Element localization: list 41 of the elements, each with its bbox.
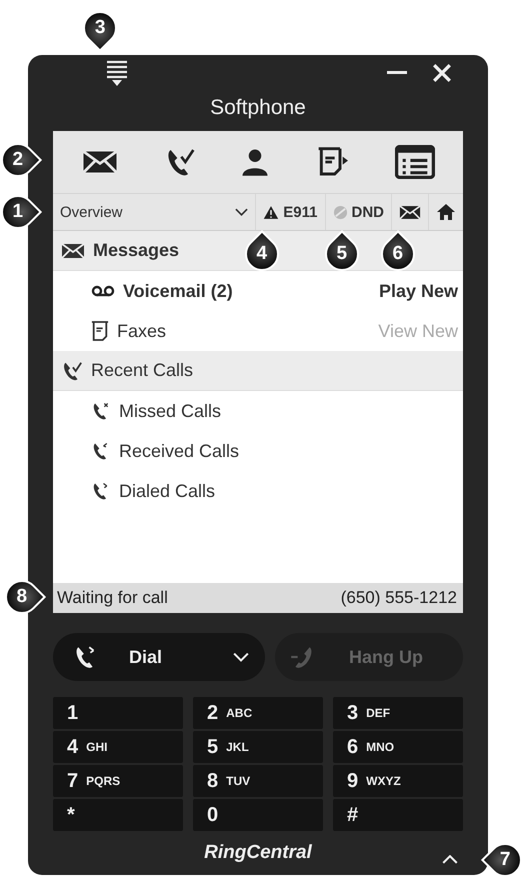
brand-logo: RingCentral [204,842,312,864]
keypad-key[interactable]: 9 WXYZ [333,765,463,797]
caret-icon [235,208,248,216]
item-label: Dialed Calls [119,480,216,502]
action-link[interactable]: Play New [378,280,458,302]
keypad-key[interactable]: 1 [53,697,183,729]
envelope-icon [61,242,85,258]
keypad-key[interactable]: 3 DEF [333,697,463,729]
expand-icon[interactable] [442,855,458,864]
item-label: Messages [93,240,180,261]
dnd-icon [332,204,348,220]
status-text: Waiting for call [57,588,168,608]
item-label: Missed Calls [119,400,222,422]
warning-icon [263,204,280,220]
phone-number: (650) 555-1212 [340,588,457,608]
fax-icon [91,320,109,342]
item-label: Recent Calls [91,360,194,381]
window-title: Softphone [209,95,307,121]
home-icon[interactable] [436,203,456,221]
caret-icon [233,652,249,662]
missed-call-icon [91,401,111,421]
keypad-key[interactable]: * [53,799,183,831]
dnd-button[interactable]: DND [324,194,391,230]
keypad-key[interactable]: 7 PQRS [53,765,183,797]
keypad-key[interactable]: 4 GHI [53,731,183,763]
keypad-key[interactable]: 6 MNO [333,731,463,763]
dial-button[interactable]: Dial [53,633,265,681]
voicemail-icon [91,285,115,297]
phone-check-icon [61,360,83,382]
keypad-key[interactable]: 2 ABC [193,697,323,729]
e911-button[interactable]: E911 [255,194,324,230]
item-label: Faxes [117,320,166,342]
keypad-key[interactable]: 0 [193,799,323,831]
envelope-icon[interactable] [399,204,421,220]
keypad-key[interactable]: 8 TUV [193,765,323,797]
item-label: Received Calls [119,440,240,462]
keypad-key[interactable]: 5 JKL [193,731,323,763]
item-label: Voicemail (2) [123,280,233,302]
section-header[interactable]: Recent Calls [53,351,463,391]
keypad-key[interactable]: # [333,799,463,831]
view-dropdown[interactable]: Overview [53,194,256,230]
